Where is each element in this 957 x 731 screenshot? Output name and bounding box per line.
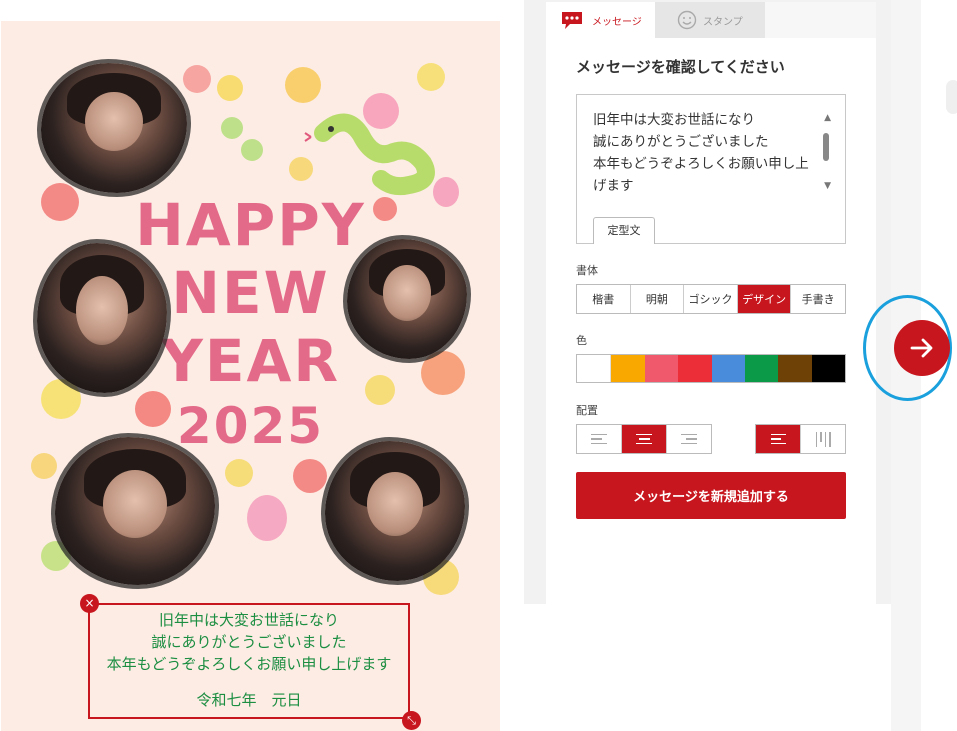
color-swatch-blue[interactable]	[711, 355, 745, 382]
horizontal-text-icon	[770, 433, 786, 445]
align-left-button[interactable]	[577, 425, 622, 453]
font-option-gothic[interactable]: ゴシック	[684, 285, 738, 313]
card-message-box[interactable]: 旧年中は大変お世話になり 誠にありがとうございました 本年もどうぞよろしくお願い…	[88, 603, 410, 719]
arrow-right-icon	[910, 338, 933, 358]
smiley-icon	[677, 10, 697, 30]
tab-message[interactable]: メッセージ	[546, 2, 655, 38]
font-option-design[interactable]: デザイン	[737, 285, 792, 313]
card-message-line: 本年もどうぞよろしくお願い申し上げます	[106, 655, 392, 673]
vertical-text-button[interactable]	[801, 425, 845, 453]
color-swatch-orange[interactable]	[611, 355, 645, 382]
align-right-icon	[681, 433, 697, 445]
card-signature: 令和七年 元日	[196, 691, 302, 709]
scroll-up-icon[interactable]: ▲	[824, 113, 831, 123]
side-handle[interactable]	[946, 80, 957, 114]
decor-flower	[417, 63, 445, 91]
add-message-button[interactable]: メッセージを新規追加する	[576, 472, 846, 519]
resize-icon: ⤡	[407, 714, 416, 727]
decor-flower	[225, 459, 253, 487]
panel-heading: メッセージを確認してください	[576, 58, 785, 76]
color-swatches	[576, 354, 846, 383]
font-option-mincho[interactable]: 明朝	[631, 285, 685, 313]
decor-flower	[285, 67, 321, 103]
decor-flower	[217, 75, 243, 101]
photo-frame[interactable]	[347, 239, 467, 359]
horizontal-text-button[interactable]	[756, 425, 801, 453]
color-label: 色	[576, 334, 587, 347]
tab-bar-filler	[765, 2, 876, 38]
panel-tabs: メッセージ スタンプ	[546, 0, 876, 38]
snake-illustration	[304, 113, 435, 196]
vertical-text-icon	[815, 431, 831, 447]
decor-flower	[183, 65, 211, 93]
close-icon: ×	[84, 596, 95, 610]
card-year: 2025	[176, 397, 325, 455]
decor-flower	[241, 139, 263, 161]
message-textarea[interactable]: 旧年中は大変お世話になり 誠にありがとうございました 本年もどうぞよろしくお願い…	[576, 94, 846, 244]
message-panel: メッセージを確認してください 旧年中は大変お世話になり 誠にありがとうございまし…	[546, 38, 876, 604]
photo-frame[interactable]	[325, 441, 465, 581]
resize-message-button[interactable]: ⤡	[402, 711, 421, 730]
font-label: 書体	[576, 264, 598, 277]
tab-stamp-label: スタンプ	[703, 16, 743, 28]
align-label: 配置	[576, 404, 598, 417]
decor-flower	[293, 459, 327, 493]
decor-flower	[247, 495, 287, 541]
message-text: 旧年中は大変お世話になり 誠にありがとうございました 本年もどうぞよろしくお願い…	[593, 112, 809, 194]
font-option-handwriting[interactable]: 手書き	[791, 285, 845, 313]
color-swatch-black[interactable]	[811, 355, 845, 382]
scrollbar-thumb[interactable]	[823, 133, 829, 161]
color-swatch-pink[interactable]	[644, 355, 679, 382]
text-direction-selector	[755, 424, 846, 454]
card-message-line: 旧年中は大変お世話になり	[158, 611, 339, 629]
delete-message-button[interactable]: ×	[80, 594, 99, 613]
decor-flower	[221, 117, 243, 139]
text-align-selector	[576, 424, 712, 454]
photo-frame[interactable]	[37, 243, 167, 393]
color-swatch-white[interactable]	[577, 355, 612, 382]
next-button[interactable]	[894, 320, 950, 376]
card-message-line: 誠にありがとうございました	[151, 633, 347, 651]
tab-message-label: メッセージ	[592, 16, 642, 28]
color-swatch-red[interactable]	[678, 355, 712, 382]
scroll-down-icon[interactable]: ▼	[824, 181, 831, 191]
photo-frame[interactable]	[55, 437, 215, 585]
tab-stamp[interactable]: スタンプ	[655, 2, 765, 38]
color-swatch-brown[interactable]	[778, 355, 812, 382]
align-center-icon	[636, 433, 652, 445]
font-option-kaisho[interactable]: 楷書	[577, 285, 631, 313]
color-swatch-green[interactable]	[744, 355, 779, 382]
align-left-icon	[591, 433, 607, 445]
align-center-button[interactable]	[622, 425, 667, 453]
font-selector: 楷書 明朝 ゴシック デザイン 手書き	[576, 284, 846, 314]
decor-flower	[31, 453, 57, 479]
align-right-button[interactable]	[667, 425, 711, 453]
speech-bubble-icon	[562, 12, 582, 29]
template-button[interactable]: 定型文	[593, 217, 655, 244]
photo-frame[interactable]	[41, 63, 187, 193]
